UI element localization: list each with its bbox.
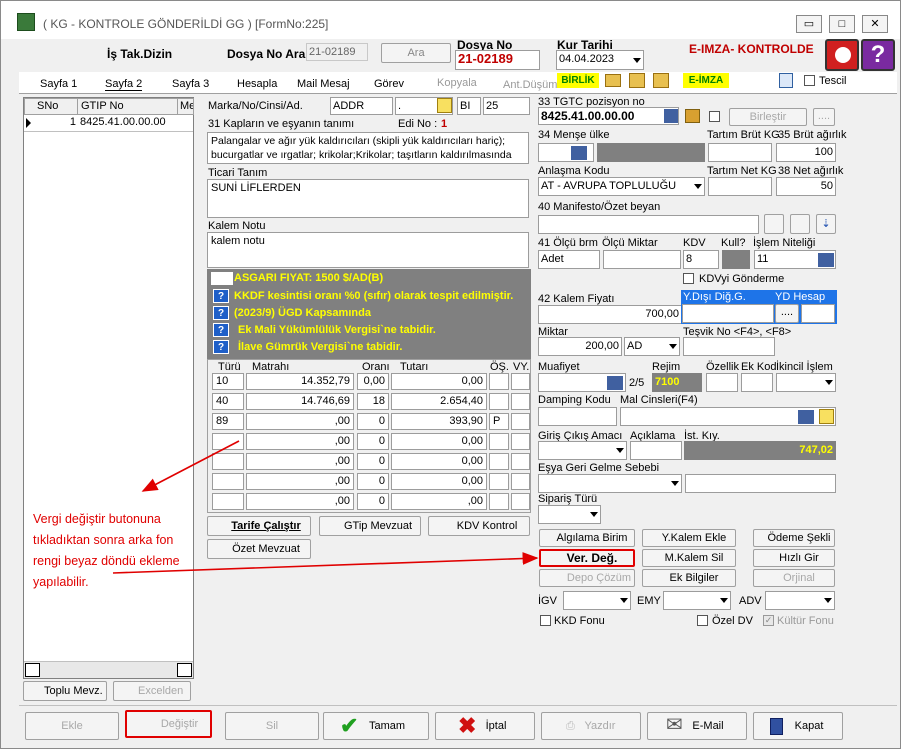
arrow-to-ver-deg	[112, 552, 539, 574]
kapat-button[interactable]: Kapat	[753, 712, 843, 740]
sil-button[interactable]: Sil	[225, 712, 319, 740]
ekle-button[interactable]: Ekle	[25, 712, 119, 740]
check-icon: ✔	[340, 713, 359, 738]
yazdir-label: Yazdır	[584, 720, 616, 732]
main-window: ( KG - KONTROLE GÖNDERİLDİ GG ) [FormNo:…	[0, 0, 901, 749]
yazdir-button[interactable]: ⎙ Yazdır	[541, 712, 641, 740]
print-icon: ⎙	[566, 720, 575, 732]
annotation-arrows	[112, 440, 539, 574]
tamam-button[interactable]: ✔ Tamam	[323, 712, 429, 740]
email-label: E-Mail	[692, 720, 724, 732]
iptal-button[interactable]: ✖ İptal	[435, 712, 535, 740]
door-icon	[770, 718, 783, 735]
email-button[interactable]: ✉ E-Mail	[647, 712, 747, 740]
degistir-button[interactable]: Değiştir	[125, 710, 212, 738]
arrow-to-table	[141, 440, 240, 492]
x-icon: ✖	[458, 713, 477, 738]
iptal-label: İptal	[485, 720, 507, 732]
tamam-label: Tamam	[368, 720, 406, 732]
mail-icon: ✉	[666, 714, 683, 736]
kapat-label: Kapat	[794, 720, 824, 732]
